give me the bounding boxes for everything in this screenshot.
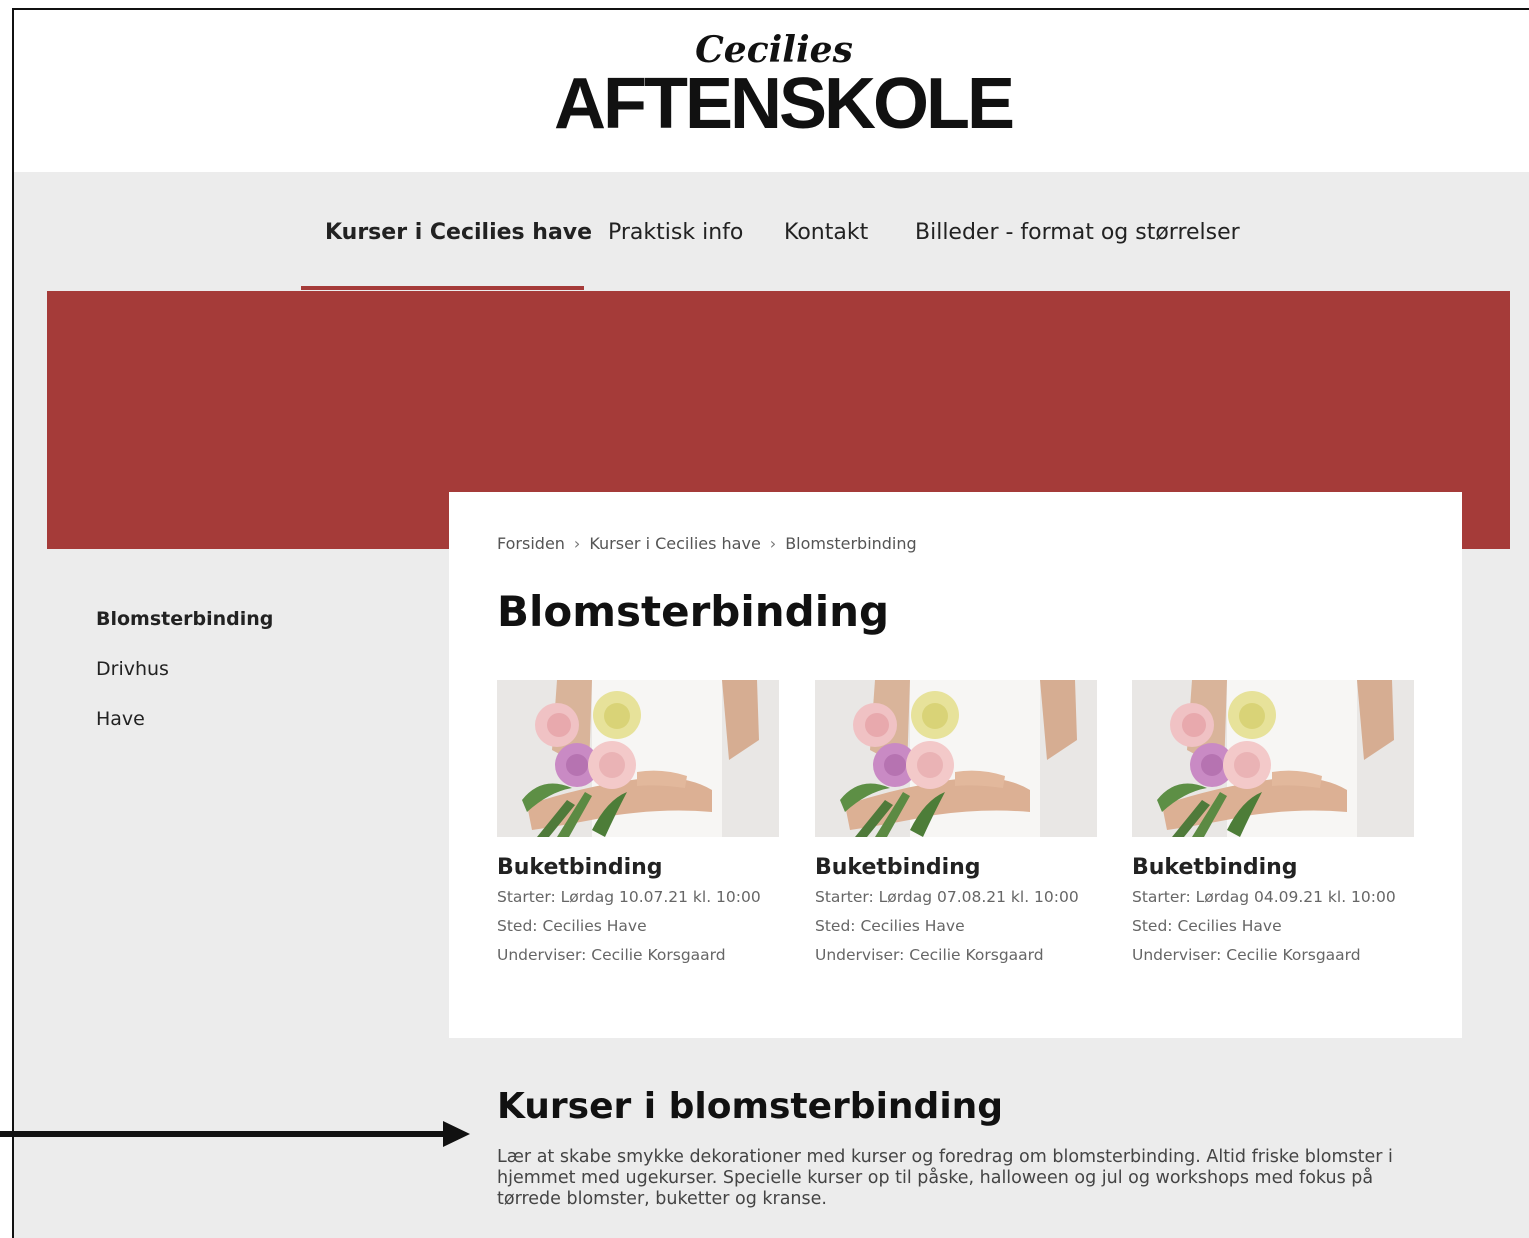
content-card: Forsiden › Kurser i Cecilies have › Blomster… bbox=[449, 492, 1462, 1038]
course-start: Starter: Lørdag 04.09.21 kl. 10:00 bbox=[1132, 888, 1396, 906]
course-card[interactable]: Buketbinding Starter: Lørdag 04.09.21 kl… bbox=[1132, 680, 1414, 970]
course-place: Sted: Cecilies Have bbox=[815, 917, 965, 935]
breadcrumb-item-kurser[interactable]: Kurser i Cecilies have bbox=[589, 534, 760, 553]
nav-active-indicator bbox=[301, 286, 584, 290]
course-start: Starter: Lørdag 10.07.21 kl. 10:00 bbox=[497, 888, 761, 906]
page-title: Blomsterbinding bbox=[497, 587, 890, 636]
section-title: Kurser i blomsterbinding bbox=[497, 1086, 1004, 1127]
sidebar-nav: Blomsterbinding Drivhus Have bbox=[96, 606, 273, 756]
course-title[interactable]: Buketbinding bbox=[815, 853, 1097, 883]
nav-item-billeder[interactable]: Billeder - format og størrelser bbox=[915, 220, 1240, 245]
course-start: Starter: Lørdag 07.08.21 kl. 10:00 bbox=[815, 888, 1079, 906]
breadcrumb-item-current: Blomsterbinding bbox=[785, 534, 917, 553]
breadcrumb-item-forsiden[interactable]: Forsiden bbox=[497, 534, 565, 553]
main-nav: Kurser i Cecilies have Praktisk info Kon… bbox=[14, 172, 1529, 292]
course-card[interactable]: Buketbinding Starter: Lørdag 07.08.21 kl… bbox=[815, 680, 1097, 970]
browser-viewport: Cecilies AFTENSKOLE Kurser i Cecilies ha… bbox=[12, 8, 1529, 1238]
breadcrumb: Forsiden › Kurser i Cecilies have › Blomster… bbox=[497, 534, 917, 553]
section-description: Lær at skabe smykke dekorationer med kur… bbox=[497, 1147, 1393, 1209]
course-teacher: Underviser: Cecilie Korsgaard bbox=[1132, 946, 1361, 964]
nav-item-kontakt[interactable]: Kontakt bbox=[784, 220, 868, 245]
course-image[interactable] bbox=[497, 680, 779, 837]
course-teacher: Underviser: Cecilie Korsgaard bbox=[815, 946, 1044, 964]
sidebar-item-drivhus[interactable]: Drivhus bbox=[96, 656, 273, 706]
breadcrumb-separator: › bbox=[769, 534, 777, 553]
sidebar-item-blomsterbinding[interactable]: Blomsterbinding bbox=[96, 606, 273, 656]
course-place: Sted: Cecilies Have bbox=[497, 917, 647, 935]
nav-item-praktisk-info[interactable]: Praktisk info bbox=[608, 220, 743, 245]
course-image[interactable] bbox=[815, 680, 1097, 837]
course-card[interactable]: Buketbinding Starter: Lørdag 10.07.21 kl… bbox=[497, 680, 779, 970]
course-image[interactable] bbox=[1132, 680, 1414, 837]
sidebar-item-have[interactable]: Have bbox=[96, 706, 273, 756]
arrow-right-icon bbox=[0, 1121, 470, 1147]
site-logo[interactable]: Cecilies AFTENSKOLE bbox=[554, 30, 1015, 144]
breadcrumb-separator: › bbox=[573, 534, 581, 553]
course-place: Sted: Cecilies Have bbox=[1132, 917, 1282, 935]
course-title[interactable]: Buketbinding bbox=[497, 853, 779, 883]
course-title[interactable]: Buketbinding bbox=[1132, 853, 1414, 883]
logo-main-text: AFTENSKOLE bbox=[554, 64, 1015, 144]
site-header: Cecilies AFTENSKOLE bbox=[14, 10, 1529, 172]
nav-item-kurser[interactable]: Kurser i Cecilies have bbox=[325, 220, 592, 245]
course-teacher: Underviser: Cecilie Korsgaard bbox=[497, 946, 726, 964]
